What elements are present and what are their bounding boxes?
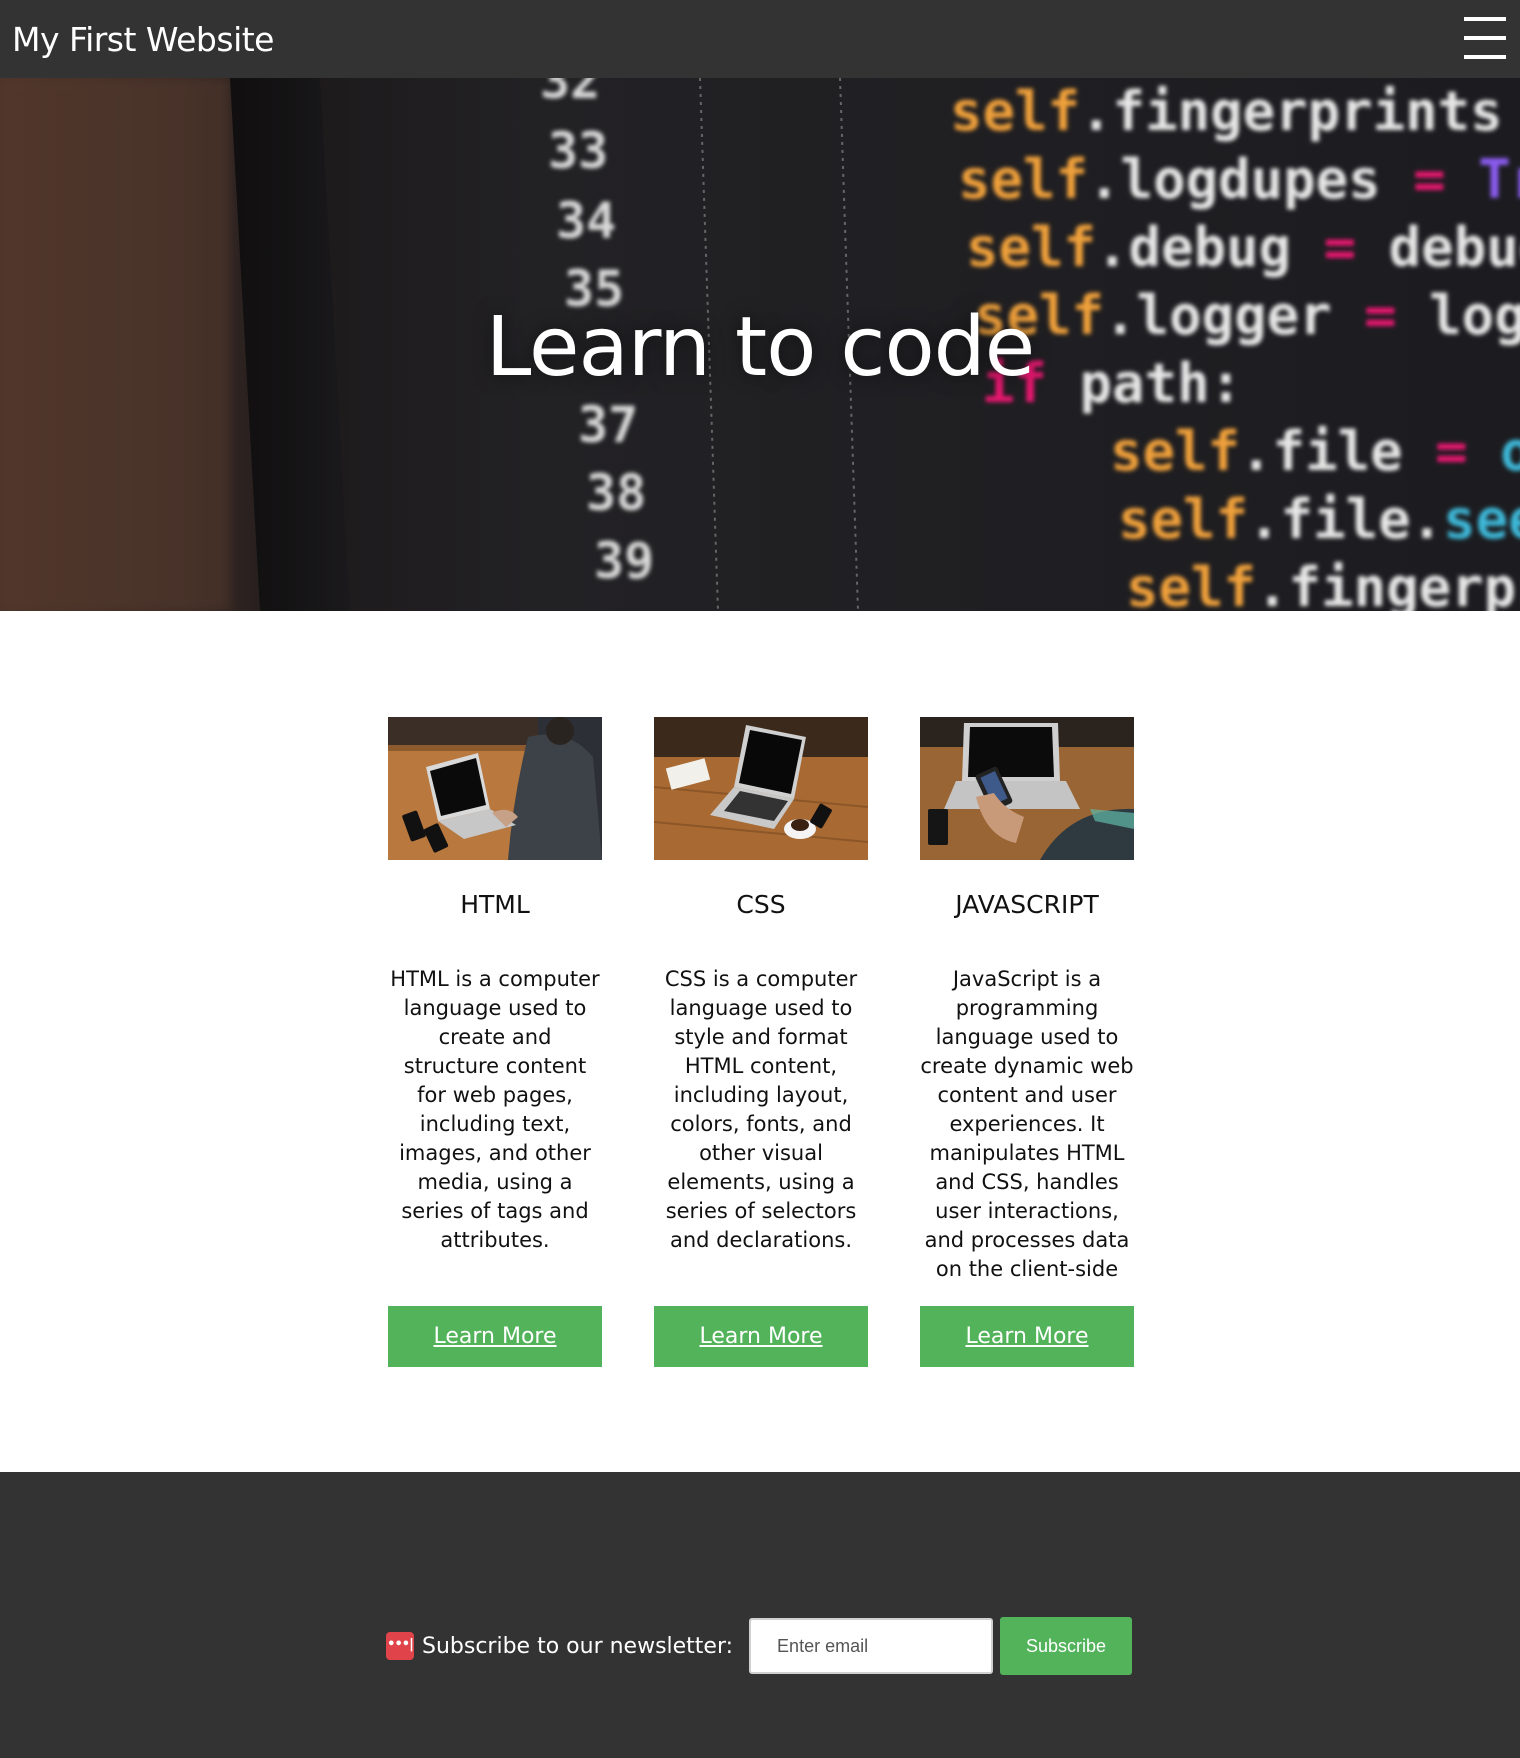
course-card-javascript: JAVASCRIPT JavaScript is a programming l… — [920, 717, 1134, 1367]
hamburger-menu-icon[interactable] — [1464, 17, 1506, 59]
learn-more-button[interactable]: Learn More — [920, 1306, 1134, 1367]
laptop-typing-photo — [388, 717, 602, 860]
card-description: HTML is a computer language used to crea… — [390, 967, 600, 1252]
newsletter-label: Subscribe to our newsletter: — [422, 1633, 734, 1659]
laptop-desk-photo — [654, 717, 868, 860]
phone-laptop-photo — [920, 717, 1134, 860]
learn-more-button[interactable]: Learn More — [388, 1306, 602, 1367]
hero-banner: 32 33 34 35 37 38 39 self.fingerprints =… — [0, 78, 1520, 611]
menu-bar — [1464, 36, 1506, 40]
hero-title: Learn to code — [485, 300, 1035, 395]
card-description: JavaScript is a programming language use… — [920, 967, 1134, 1281]
card-description: CSS is a computer language used to style… — [664, 967, 858, 1252]
menu-bar — [1464, 55, 1506, 59]
svg-text:32: 32 — [540, 78, 600, 110]
svg-text:self.debug = debug: self.debug = debug — [966, 216, 1520, 279]
svg-text:38: 38 — [586, 464, 646, 522]
svg-text:self.logdupes = True: self.logdupes = True — [958, 148, 1520, 211]
svg-text:33: 33 — [548, 122, 608, 180]
svg-text:self.file = op: self.file = op — [1110, 420, 1520, 483]
svg-text:self.fingerprints =: self.fingerprints = — [950, 80, 1520, 143]
site-title[interactable]: My First Website — [12, 20, 274, 59]
footer: •••| Subscribe to our newsletter: Subscr… — [0, 1472, 1520, 1758]
top-navbar: My First Website — [0, 0, 1520, 78]
card-title: CSS — [736, 890, 786, 919]
course-cards: HTML HTML is a computer language used to… — [388, 717, 1134, 1367]
learn-more-button[interactable]: Learn More — [654, 1306, 868, 1367]
card-title: HTML — [460, 890, 530, 919]
password-manager-icon[interactable]: •••| — [386, 1632, 414, 1660]
svg-text:37: 37 — [578, 396, 638, 454]
svg-text:34: 34 — [556, 192, 616, 250]
course-card-html: HTML HTML is a computer language used to… — [388, 717, 602, 1367]
svg-text:self.file.seek: self.file.seek — [1118, 488, 1520, 551]
email-input[interactable] — [749, 1618, 994, 1674]
course-card-css: CSS CSS is a computer language used to s… — [654, 717, 868, 1367]
svg-text:39: 39 — [594, 532, 654, 590]
menu-bar — [1464, 17, 1506, 21]
newsletter-form: •••| Subscribe to our newsletter: Subscr… — [386, 1617, 1133, 1675]
svg-text:self.fingerpr: self.fingerpr — [1126, 556, 1520, 611]
card-title: JAVASCRIPT — [955, 890, 1099, 919]
subscribe-button[interactable]: Subscribe — [1000, 1617, 1133, 1675]
